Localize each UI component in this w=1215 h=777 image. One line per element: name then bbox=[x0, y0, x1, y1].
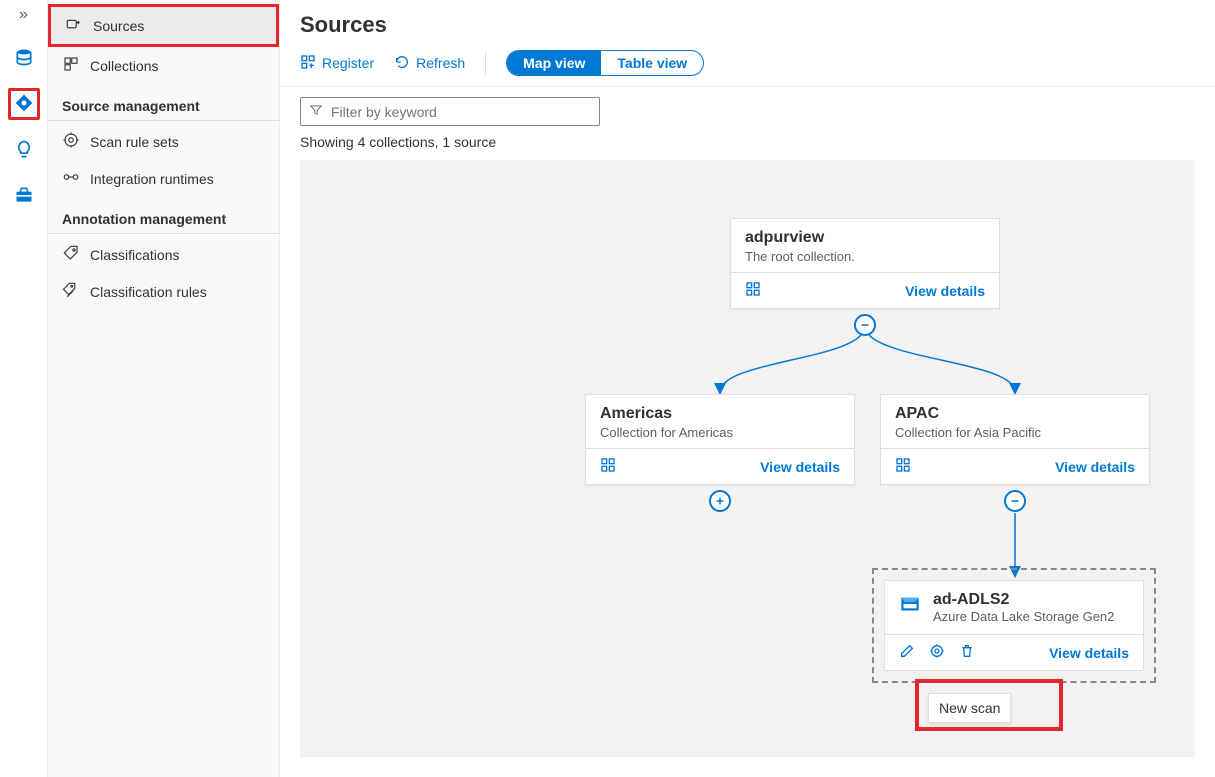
button-label: Register bbox=[322, 55, 374, 71]
filter-input-wrap[interactable] bbox=[300, 97, 600, 126]
expand-toggle-americas[interactable] bbox=[709, 490, 731, 512]
map-view-segment[interactable]: Map view bbox=[507, 51, 601, 75]
left-rail: » bbox=[0, 0, 48, 777]
rail-insights-button[interactable] bbox=[8, 134, 40, 166]
view-details-link[interactable]: View details bbox=[1055, 459, 1135, 475]
card-title: APAC bbox=[895, 405, 1135, 423]
register-button[interactable]: Register bbox=[300, 54, 374, 73]
expand-rail-button[interactable]: » bbox=[19, 6, 28, 24]
nav-label: Scan rule sets bbox=[90, 134, 179, 150]
nav-label: Integration runtimes bbox=[90, 171, 214, 187]
showing-text: Showing 4 collections, 1 source bbox=[300, 134, 1195, 150]
grid-icon[interactable] bbox=[745, 281, 761, 300]
grid-icon[interactable] bbox=[600, 457, 616, 476]
nav-sources[interactable]: Sources bbox=[48, 4, 279, 47]
collection-card-root[interactable]: adpurview The root collection. View deta… bbox=[730, 218, 1000, 309]
collection-card-apac[interactable]: APAC Collection for Asia Pacific View de… bbox=[880, 394, 1150, 485]
nav-label: Classifications bbox=[90, 247, 179, 263]
map-canvas[interactable]: adpurview The root collection. View deta… bbox=[300, 160, 1195, 757]
view-toggle: Map view Table view bbox=[506, 50, 704, 76]
button-label: Refresh bbox=[416, 55, 465, 71]
edit-icon[interactable] bbox=[899, 643, 915, 662]
lightbulb-icon bbox=[14, 139, 34, 162]
nav-label: Classification rules bbox=[90, 284, 207, 300]
filter-icon bbox=[309, 103, 323, 120]
rail-data-catalog-button[interactable] bbox=[8, 42, 40, 74]
nav-integration-runtimes[interactable]: Integration runtimes bbox=[48, 160, 279, 197]
nav-group-annotation-management: Annotation management bbox=[48, 197, 279, 234]
card-footer: View details bbox=[885, 635, 1143, 670]
card-subtitle: The root collection. bbox=[745, 249, 985, 264]
card-title: Americas bbox=[600, 405, 840, 423]
target-icon bbox=[62, 131, 80, 152]
card-subtitle: Collection for Americas bbox=[600, 425, 840, 440]
collections-icon bbox=[62, 55, 80, 76]
tags-icon bbox=[62, 281, 80, 302]
nav-label: Sources bbox=[93, 18, 144, 34]
view-details-link[interactable]: View details bbox=[760, 459, 840, 475]
refresh-button[interactable]: Refresh bbox=[394, 54, 465, 73]
toolbar-divider bbox=[485, 51, 486, 75]
collapse-toggle-root[interactable] bbox=[854, 314, 876, 336]
rail-data-map-button[interactable] bbox=[8, 88, 40, 120]
tag-icon bbox=[62, 244, 80, 265]
nav-classifications[interactable]: Classifications bbox=[48, 236, 279, 273]
page-title: Sources bbox=[280, 0, 1215, 40]
connection-icon bbox=[62, 168, 80, 189]
view-details-link[interactable]: View details bbox=[905, 283, 985, 299]
card-subtitle: Collection for Asia Pacific bbox=[895, 425, 1135, 440]
source-card-adls2[interactable]: ad-ADLS2 Azure Data Lake Storage Gen2 bbox=[884, 580, 1144, 671]
view-details-link[interactable]: View details bbox=[1049, 645, 1129, 661]
toolbox-icon bbox=[14, 185, 34, 208]
main-content: Sources Register Refresh Map view Table … bbox=[280, 0, 1215, 777]
source-title: ad-ADLS2 bbox=[933, 591, 1114, 609]
card-header: ad-ADLS2 Azure Data Lake Storage Gen2 bbox=[885, 581, 1143, 635]
map-icon bbox=[14, 93, 34, 116]
grid-icon[interactable] bbox=[895, 457, 911, 476]
filter-input[interactable] bbox=[331, 104, 591, 120]
toolbar: Register Refresh Map view Table view bbox=[280, 40, 1215, 87]
collection-card-americas[interactable]: Americas Collection for Americas View de… bbox=[585, 394, 855, 485]
filter-row: Showing 4 collections, 1 source bbox=[280, 87, 1215, 156]
rail-management-button[interactable] bbox=[8, 180, 40, 212]
card-header: Americas Collection for Americas bbox=[586, 395, 854, 449]
nav-scan-rule-sets[interactable]: Scan rule sets bbox=[48, 123, 279, 160]
delete-icon[interactable] bbox=[959, 643, 975, 662]
new-scan-icon[interactable] bbox=[929, 643, 945, 662]
collapse-toggle-apac[interactable] bbox=[1004, 490, 1026, 512]
nav-label: Collections bbox=[90, 58, 158, 74]
table-view-segment[interactable]: Table view bbox=[601, 51, 703, 75]
nav-collections[interactable]: Collections bbox=[48, 47, 279, 84]
card-header: adpurview The root collection. bbox=[731, 219, 999, 273]
sources-icon bbox=[65, 15, 83, 36]
nav-classification-rules[interactable]: Classification rules bbox=[48, 273, 279, 310]
grid-plus-icon bbox=[300, 54, 316, 73]
refresh-icon bbox=[394, 54, 410, 73]
highlight-new-scan bbox=[915, 679, 1063, 731]
source-subtitle: Azure Data Lake Storage Gen2 bbox=[933, 609, 1114, 624]
card-header: APAC Collection for Asia Pacific bbox=[881, 395, 1149, 449]
nav-group-source-management: Source management bbox=[48, 84, 279, 121]
adls-icon bbox=[897, 591, 923, 620]
database-icon bbox=[14, 47, 34, 70]
card-footer: View details bbox=[586, 449, 854, 484]
side-navigation: Sources Collections Source management Sc… bbox=[48, 0, 280, 777]
card-footer: View details bbox=[881, 449, 1149, 484]
card-footer: View details bbox=[731, 273, 999, 308]
source-container: ad-ADLS2 Azure Data Lake Storage Gen2 bbox=[872, 568, 1156, 683]
card-title: adpurview bbox=[745, 229, 985, 247]
